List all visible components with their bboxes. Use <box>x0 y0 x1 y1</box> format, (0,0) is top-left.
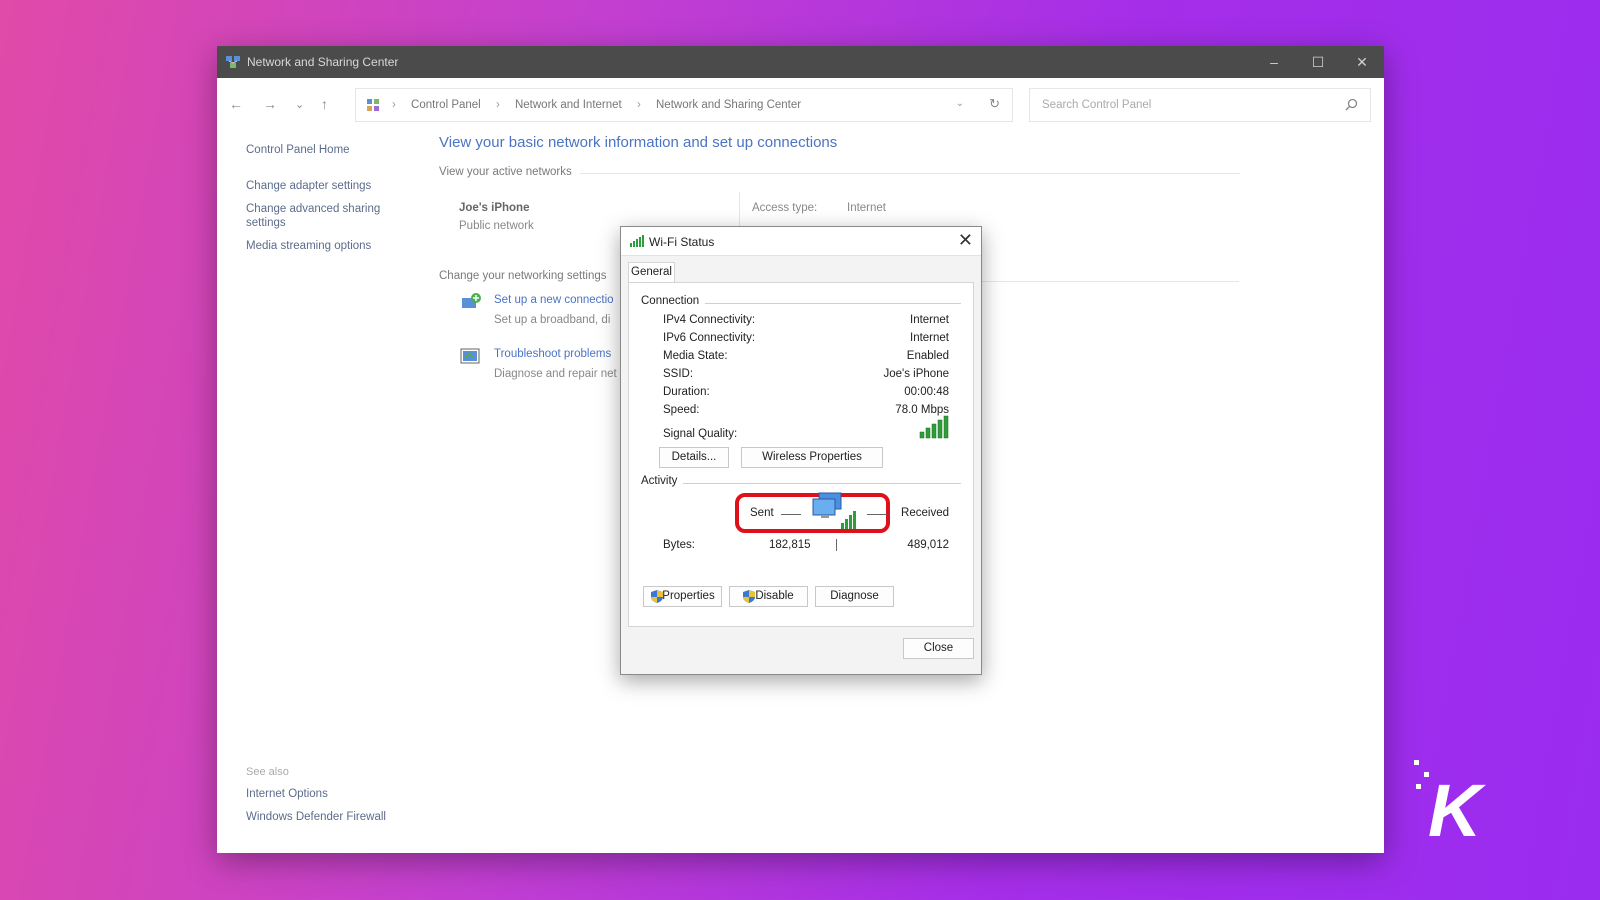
minimize-button[interactable]: – <box>1252 46 1296 78</box>
tab-general[interactable]: General <box>628 262 675 282</box>
bytes-label: Bytes: <box>663 539 695 551</box>
close-window-button[interactable]: ✕ <box>1340 46 1384 78</box>
shield-icon <box>651 590 663 603</box>
back-button[interactable]: ← <box>229 96 243 112</box>
recent-locations-button[interactable]: ⌄ <box>295 98 304 111</box>
active-networks-label: View your active networks <box>439 166 572 178</box>
network-name: Joe's iPhone <box>459 202 530 214</box>
sent-line <box>781 514 801 515</box>
internet-options-link[interactable]: Internet Options <box>246 788 328 800</box>
sidebar-item-change-advanced-sharing-cont[interactable]: settings <box>246 217 286 229</box>
forward-button[interactable]: → <box>263 96 277 112</box>
breadcrumb-control-panel[interactable]: Control Panel <box>411 99 481 111</box>
dialog-title-bar: Wi-Fi Status ✕ <box>621 227 981 256</box>
change-settings-label: Change your networking settings <box>439 270 607 282</box>
navigation-bar: ← → ⌄ ↑ › Control Panel › Network and In… <box>217 78 1384 130</box>
details-button[interactable]: Details... <box>659 447 729 468</box>
activity-divider <box>836 539 837 551</box>
ipv6-value: Internet <box>910 332 949 344</box>
sidebar-item-change-adapter-settings[interactable]: Change adapter settings <box>246 180 371 192</box>
close-button[interactable]: Close <box>903 638 974 659</box>
dialog-title: Wi-Fi Status <box>649 235 715 249</box>
network-center-icon <box>226 56 240 68</box>
search-icon[interactable] <box>1345 98 1358 111</box>
ipv4-label: IPv4 Connectivity: <box>663 314 756 326</box>
bytes-sent-value: 182,815 <box>769 539 811 551</box>
general-tab-panel: Connection IPv4 Connectivity: Internet I… <box>628 282 974 627</box>
breadcrumb: › Control Panel › Network and Internet ›… <box>386 99 807 111</box>
network-activity-icon <box>812 492 856 529</box>
close-icon[interactable]: ✕ <box>958 230 973 251</box>
logo-letter: K <box>1428 769 1486 840</box>
duration-value: 00:00:48 <box>904 386 949 398</box>
breadcrumb-network-sharing-center[interactable]: Network and Sharing Center <box>656 99 801 111</box>
signal-strength-icon <box>919 415 949 439</box>
received-label: Received <box>901 507 949 519</box>
ssid-value: Joe's iPhone <box>883 368 950 380</box>
windows-defender-firewall-link[interactable]: Windows Defender Firewall <box>246 811 386 823</box>
diagnose-button[interactable]: Diagnose <box>815 586 894 607</box>
knowtechie-logo: K <box>1414 760 1486 840</box>
bytes-received-value: 489,012 <box>907 539 949 551</box>
access-type-label: Access type: <box>752 202 818 214</box>
troubleshoot-problems-desc: Diagnose and repair net <box>494 368 617 380</box>
properties-button-label: Properties <box>662 590 715 602</box>
disable-button[interactable]: Disable <box>729 586 808 607</box>
search-input[interactable] <box>1040 98 1334 112</box>
access-type-value: Internet <box>847 202 886 214</box>
up-button[interactable]: ↑ <box>321 96 328 112</box>
sent-label: Sent <box>750 507 774 519</box>
search-box[interactable] <box>1029 88 1371 122</box>
maximize-button[interactable]: ☐ <box>1296 46 1340 78</box>
window-title: Network and Sharing Center <box>247 55 399 69</box>
breadcrumb-separator: › <box>495 99 500 111</box>
breadcrumb-separator: › <box>636 99 641 111</box>
breadcrumb-separator: › <box>392 99 396 111</box>
new-connection-icon <box>462 293 481 308</box>
signal-icon <box>630 235 644 247</box>
properties-button[interactable]: Properties <box>643 586 722 607</box>
address-bar[interactable]: › Control Panel › Network and Internet ›… <box>355 88 1013 122</box>
sidebar-item-media-streaming-options[interactable]: Media streaming options <box>246 240 371 252</box>
chevron-down-icon[interactable]: ⌄ <box>956 98 964 109</box>
ssid-label: SSID: <box>663 368 694 380</box>
media-state-value: Enabled <box>906 350 949 362</box>
received-line <box>867 514 887 515</box>
connection-group-label: Connection <box>641 295 706 307</box>
ipv6-label: IPv6 Connectivity: <box>663 332 756 344</box>
activity-group-line <box>641 483 961 484</box>
divider <box>580 173 1240 174</box>
speed-label: Speed: <box>663 404 700 416</box>
signal-quality-label: Signal Quality: <box>663 428 738 440</box>
title-bar: Network and Sharing Center – ☐ ✕ <box>217 46 1384 78</box>
breadcrumb-network-internet[interactable]: Network and Internet <box>515 99 622 111</box>
wifi-status-dialog: Wi-Fi Status ✕ General Connection IPv4 C… <box>620 226 982 675</box>
activity-group-label: Activity <box>641 475 684 487</box>
network-type: Public network <box>459 220 534 232</box>
ipv4-value: Internet <box>910 314 949 326</box>
disable-button-label: Disable <box>755 590 794 602</box>
troubleshoot-problems-link[interactable]: Troubleshoot problems <box>494 348 611 360</box>
troubleshoot-icon <box>460 348 480 364</box>
page-title: View your basic network information and … <box>439 134 838 151</box>
sidebar-item-change-advanced-sharing[interactable]: Change advanced sharing <box>246 203 380 215</box>
wireless-properties-button[interactable]: Wireless Properties <box>741 447 883 468</box>
see-also-title: See also <box>246 766 289 778</box>
duration-label: Duration: <box>663 386 710 398</box>
refresh-icon[interactable]: ↻ <box>989 96 1000 112</box>
sidebar-item-control-panel-home[interactable]: Control Panel Home <box>246 144 350 156</box>
media-state-label: Media State: <box>663 350 728 362</box>
set-up-new-connection-link[interactable]: Set up a new connectio <box>494 294 614 306</box>
shield-icon <box>743 590 755 603</box>
control-panel-icon <box>367 99 379 111</box>
set-up-new-connection-desc: Set up a broadband, di <box>494 314 611 326</box>
